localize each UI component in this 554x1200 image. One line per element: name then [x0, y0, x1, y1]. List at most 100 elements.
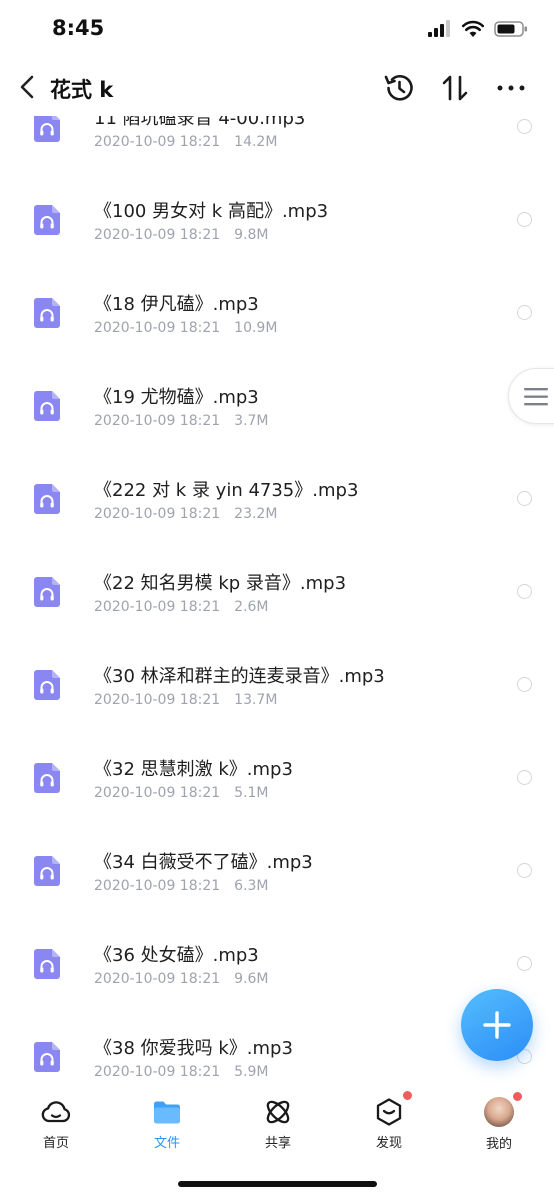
audio-file-icon — [34, 391, 60, 421]
file-name: 《19 尤物磕》.mp3 — [94, 387, 259, 408]
add-button[interactable] — [461, 989, 533, 1061]
file-date: 2020-10-09 18:21 — [94, 971, 221, 987]
file-size: 2.6M — [234, 599, 269, 615]
audio-file-icon — [34, 116, 60, 142]
file-meta: 2020-10-09 18:21 9.6M — [94, 971, 269, 987]
share-icon — [266, 1100, 290, 1124]
tab-discover[interactable]: 发现 — [349, 1090, 429, 1156]
file-meta: 2020-10-09 18:21 5.9M — [94, 1064, 269, 1080]
file-date: 2020-10-09 18:21 — [94, 227, 221, 243]
tab-share[interactable]: 共享 — [238, 1096, 318, 1156]
folder-title: 花式 k — [50, 78, 114, 102]
select-checkbox[interactable] — [517, 212, 532, 227]
discover-badge — [402, 1090, 413, 1101]
audio-file-icon — [34, 670, 60, 700]
me-badge — [512, 1091, 523, 1102]
file-size: 10.9M — [234, 320, 278, 336]
file-date: 2020-10-09 18:21 — [94, 134, 221, 150]
select-checkbox[interactable] — [517, 770, 532, 785]
battery-icon — [494, 21, 527, 37]
file-name: 《18 伊凡磕》.mp3 — [94, 294, 259, 315]
file-row[interactable]: 《22 知名男模 kp 录音》.mp3 2020-10-09 18:21 2.6M — [0, 551, 554, 644]
file-meta: 2020-10-09 18:21 10.9M — [94, 320, 277, 336]
file-meta: 2020-10-09 18:21 3.7M — [94, 413, 269, 429]
tab-me[interactable]: 我的 — [459, 1091, 539, 1156]
file-name: 《32 思慧刺激 k》.mp3 — [94, 759, 293, 780]
select-checkbox[interactable] — [517, 956, 532, 971]
audio-file-icon — [34, 298, 60, 328]
file-date: 2020-10-09 18:21 — [94, 785, 221, 801]
file-size: 5.1M — [234, 785, 269, 801]
file-row[interactable]: 《32 思慧刺激 k》.mp3 2020-10-09 18:21 5.1M — [0, 737, 554, 830]
file-date: 2020-10-09 18:21 — [94, 692, 221, 708]
file-name: 《36 处女磕》.mp3 — [94, 945, 259, 966]
file-name: 《38 你爱我吗 k》.mp3 — [94, 1038, 293, 1059]
plus-icon — [483, 1011, 511, 1039]
sort-icon[interactable] — [438, 71, 472, 105]
file-size: 14.2M — [234, 134, 278, 150]
nav-bar: 花式 k — [0, 62, 554, 116]
select-checkbox[interactable] — [517, 677, 532, 692]
file-size: 6.3M — [234, 878, 269, 894]
audio-file-icon — [34, 949, 60, 979]
file-row[interactable]: 《30 林泽和群主的连麦录音》.mp3 2020-10-09 18:21 13.7M — [0, 644, 554, 737]
file-row[interactable]: 《100 男女对 k 高配》.mp3 2020-10-09 18:21 9.8M — [0, 179, 554, 272]
select-checkbox[interactable] — [517, 863, 532, 878]
tab-me-label: 我的 — [485, 1137, 512, 1152]
file-name: 《222 对 k 录 yin 4735》.mp3 — [94, 480, 359, 501]
audio-file-icon — [34, 763, 60, 793]
discover-icon — [376, 1098, 402, 1126]
file-date: 2020-10-09 18:21 — [94, 878, 221, 894]
file-size: 13.7M — [234, 692, 278, 708]
audio-file-icon — [34, 205, 60, 235]
back-chevron-icon[interactable] — [14, 72, 42, 102]
tab-home[interactable]: 首页 — [16, 1096, 96, 1156]
select-checkbox[interactable] — [517, 119, 532, 134]
file-meta: 2020-10-09 18:21 23.2M — [94, 506, 277, 522]
file-size: 9.6M — [234, 971, 269, 987]
audio-file-icon — [34, 856, 60, 886]
file-size: 3.7M — [234, 413, 269, 429]
cellular-signal-icon — [428, 20, 450, 37]
file-name: 《34 白薇受不了磕》.mp3 — [94, 852, 313, 873]
select-checkbox[interactable] — [517, 491, 532, 506]
tab-share-label: 共享 — [264, 1136, 291, 1151]
file-date: 2020-10-09 18:21 — [94, 320, 221, 336]
menu-lines-icon — [524, 388, 548, 406]
status-bar: 8:45 — [0, 0, 554, 60]
file-name: 《30 林泽和群主的连麦录音》.mp3 — [94, 666, 385, 687]
tab-files-label: 文件 — [153, 1136, 180, 1151]
tab-files[interactable]: 文件 — [127, 1096, 207, 1156]
status-time: 8:45 — [52, 16, 105, 40]
file-list[interactable]: 11 陷坑磕录音 4-00.mp3 2020-10-09 18:21 14.2M 《1… — [0, 116, 554, 1084]
file-date: 2020-10-09 18:21 — [94, 1064, 221, 1080]
file-row[interactable]: 11 陷坑磕录音 4-00.mp3 2020-10-09 18:21 14.2M — [0, 116, 554, 179]
select-checkbox[interactable] — [517, 584, 532, 599]
file-meta: 2020-10-09 18:21 6.3M — [94, 878, 269, 894]
status-icons — [428, 20, 528, 38]
file-list-content: 11 陷坑磕录音 4-00.mp3 2020-10-09 18:21 14.2M 《1… — [0, 116, 554, 1084]
file-date: 2020-10-09 18:21 — [94, 599, 221, 615]
file-name: 11 陷坑磕录音 4-00.mp3 — [94, 116, 306, 129]
select-checkbox[interactable] — [517, 305, 532, 320]
more-options-icon[interactable] — [494, 71, 528, 105]
history-icon[interactable] — [382, 71, 416, 105]
file-row[interactable]: 《19 尤物磕》.mp3 2020-10-09 18:21 3.7M — [0, 365, 554, 458]
audio-file-icon — [34, 577, 60, 607]
file-meta: 2020-10-09 18:21 2.6M — [94, 599, 269, 615]
file-meta: 2020-10-09 18:21 5.1M — [94, 785, 269, 801]
audio-file-icon — [34, 1042, 60, 1072]
file-date: 2020-10-09 18:21 — [94, 413, 221, 429]
file-row[interactable]: 《18 伊凡磕》.mp3 2020-10-09 18:21 10.9M — [0, 272, 554, 365]
tab-home-label: 首页 — [42, 1136, 69, 1151]
wifi-icon — [462, 20, 484, 37]
file-size: 23.2M — [234, 506, 278, 522]
file-meta: 2020-10-09 18:21 14.2M — [94, 134, 277, 150]
audio-file-icon — [34, 484, 60, 514]
file-row[interactable]: 《34 白薇受不了磕》.mp3 2020-10-09 18:21 6.3M — [0, 830, 554, 923]
home-indicator — [178, 1181, 377, 1187]
file-date: 2020-10-09 18:21 — [94, 506, 221, 522]
folder-icon — [154, 1101, 180, 1124]
file-row[interactable]: 《222 对 k 录 yin 4735》.mp3 2020-10-09 18:21… — [0, 458, 554, 551]
file-size: 9.8M — [234, 227, 269, 243]
